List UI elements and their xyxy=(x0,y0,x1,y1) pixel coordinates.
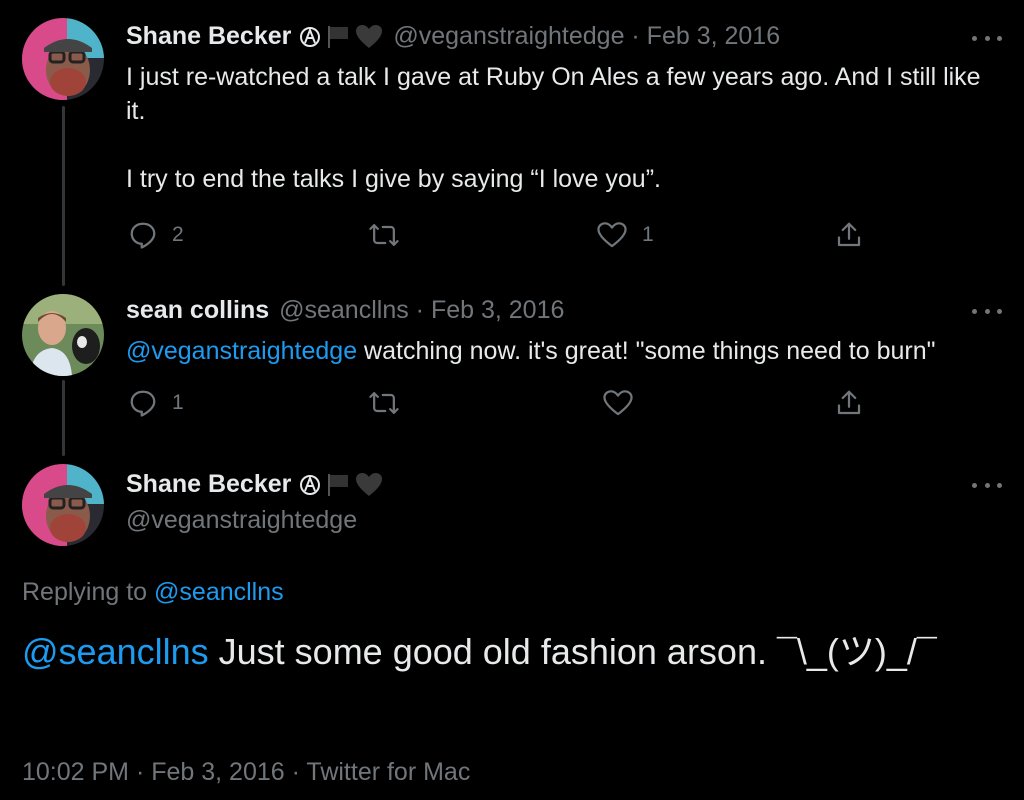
more-icon[interactable] xyxy=(972,33,1002,43)
tweet-timestamp[interactable]: 10:02 PM · Feb 3, 2016 · Twitter for Mac xyxy=(22,758,470,787)
replying-to: Replying to @seancllns xyxy=(22,578,284,607)
reply-icon xyxy=(130,390,156,417)
like-count: 1 xyxy=(642,223,654,246)
share-icon xyxy=(837,390,861,415)
tweet-text-line: I try to end the talks I give by saying … xyxy=(126,165,661,193)
anarchy-a-icon xyxy=(300,474,321,495)
retweet-button[interactable] xyxy=(368,388,400,418)
share-button[interactable] xyxy=(834,220,864,250)
avatar[interactable] xyxy=(22,294,104,376)
author-name[interactable]: Shane Becker xyxy=(126,470,383,499)
reply-count: 1 xyxy=(172,391,184,414)
author-name-text[interactable]: sean collins xyxy=(126,296,269,325)
more-icon[interactable] xyxy=(972,480,1002,490)
like-button[interactable] xyxy=(602,388,634,418)
profile-badges xyxy=(299,24,383,50)
reply-button[interactable]: 1 xyxy=(128,388,184,418)
retweet-button[interactable] xyxy=(368,220,400,250)
author-name-text[interactable]: Shane Becker xyxy=(126,22,291,51)
share-icon xyxy=(837,222,861,247)
retweet-icon xyxy=(369,224,399,246)
mention-link[interactable]: @veganstraightedge xyxy=(126,337,357,365)
like-button[interactable]: 1 xyxy=(596,220,654,250)
author-name[interactable]: Shane Becker @veganstraightedge · Feb 3,… xyxy=(126,22,780,51)
author-name[interactable]: sean collins @seancllns · Feb 3, 2016 xyxy=(126,296,564,325)
replying-to-link[interactable]: @seancllns xyxy=(154,578,284,606)
avatar[interactable] xyxy=(22,464,104,546)
retweet-icon xyxy=(369,392,399,414)
handle[interactable]: @veganstraightedge xyxy=(126,506,357,535)
anarchy-a-icon xyxy=(300,26,321,47)
profile-badges xyxy=(299,472,383,498)
handle-and-date[interactable]: @veganstraightedge · Feb 3, 2016 xyxy=(393,22,780,51)
flag-icon xyxy=(328,473,349,496)
reply-icon xyxy=(130,222,156,249)
heart-icon xyxy=(597,222,627,248)
mention-link[interactable]: @seancllns xyxy=(22,631,209,672)
handle-and-date[interactable]: @seancllns · Feb 3, 2016 xyxy=(279,296,564,325)
heart-emoji-icon xyxy=(356,24,383,48)
flag-icon xyxy=(328,25,349,48)
author-name-text[interactable]: Shane Becker xyxy=(126,470,291,499)
thread-line xyxy=(62,380,65,456)
tweet-text-body: watching now. it's great! "some things n… xyxy=(357,337,936,365)
replying-prefix: Replying to xyxy=(22,578,155,606)
heart-icon xyxy=(603,390,633,416)
heart-emoji-icon xyxy=(356,472,383,496)
reply-count: 2 xyxy=(172,223,184,246)
reply-button[interactable]: 2 xyxy=(128,220,184,250)
tweet-text-line: I just re-watched a talk I gave at Ruby … xyxy=(126,63,981,125)
more-icon[interactable] xyxy=(972,306,1002,316)
share-button[interactable] xyxy=(834,388,864,418)
avatar[interactable] xyxy=(22,18,104,100)
tweet-text: I just re-watched a talk I gave at Ruby … xyxy=(126,60,996,196)
main-tweet-body: Just some good old fashion arson. ¯\_(ツ)… xyxy=(208,631,937,672)
tweet-text: @veganstraightedge watching now. it's gr… xyxy=(126,334,1006,368)
thread-line xyxy=(62,106,65,286)
main-tweet-text: @seancllns Just some good old fashion ar… xyxy=(22,630,1012,674)
